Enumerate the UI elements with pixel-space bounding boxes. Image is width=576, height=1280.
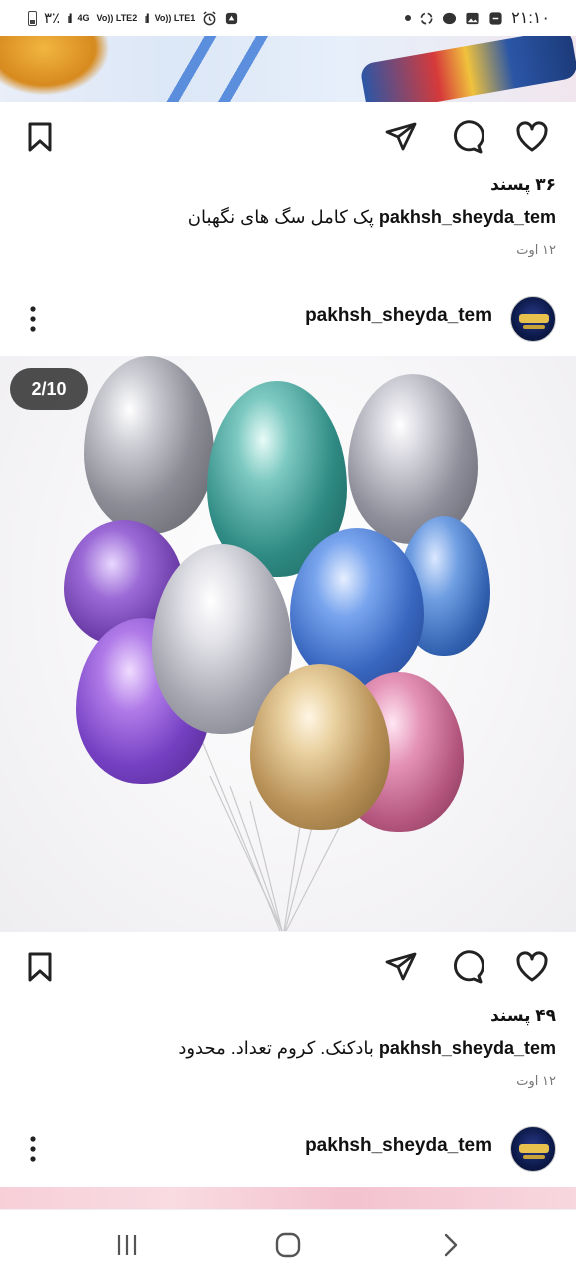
status-bar: ۳٪ ıll 4G Vo)) LTE2 ıll Vo)) LTE1 ۲۱:۱۰ <box>0 0 576 36</box>
battery-level: ۳٪ <box>44 10 61 27</box>
comment-icon[interactable] <box>450 950 484 984</box>
post-caption: pakhsh_sheyda_tem پک کامل سگ های نگهبان <box>188 207 556 228</box>
status-right: ۲۱:۱۰ <box>405 8 550 28</box>
caption-text: بادکنک. کروم تعداد. محدود <box>178 1038 374 1058</box>
gallery-icon <box>466 12 479 24</box>
network-4g: 4G <box>77 12 90 23</box>
caption-username[interactable]: pakhsh_sheyda_tem <box>379 207 556 227</box>
next-post-image[interactable] <box>0 1187 576 1209</box>
action-bar-post-2 <box>0 934 576 998</box>
likes-count[interactable]: ۴۹ پسند <box>490 1006 556 1026</box>
status-left: ۳٪ ıll 4G Vo)) LTE2 ıll Vo)) LTE1 <box>28 9 239 27</box>
network-lte2: Vo)) LTE2 <box>96 12 138 23</box>
avatar[interactable] <box>510 296 556 342</box>
banner-character <box>0 36 110 96</box>
more-icon[interactable] <box>22 302 44 336</box>
notification-app-icon <box>226 12 238 24</box>
avatar[interactable] <box>510 1126 556 1172</box>
post-header: pakhsh_sheyda_tem <box>0 288 576 350</box>
bookmark-icon[interactable] <box>24 120 58 154</box>
comment-icon[interactable] <box>450 120 484 154</box>
bookmark-icon[interactable] <box>24 950 58 984</box>
banner-decoration <box>165 36 325 102</box>
post-date: ۱۲ اوت <box>516 1073 556 1088</box>
clock: ۲۱:۱۰ <box>511 10 550 27</box>
more-icon[interactable] <box>22 1132 44 1166</box>
post-image[interactable]: 2/10 <box>0 356 576 932</box>
caption-text: پک کامل سگ های نگهبان <box>187 207 374 227</box>
post-date: ۱۲ اوت <box>516 242 556 257</box>
previous-post-image[interactable] <box>0 36 576 102</box>
network-lte1: Vo)) LTE1 <box>154 12 196 23</box>
caption-username[interactable]: pakhsh_sheyda_tem <box>379 1038 556 1058</box>
dot-icon <box>405 15 412 21</box>
signal-icon-2: ıll <box>144 10 150 26</box>
recents-icon[interactable] <box>112 1230 142 1260</box>
heart-icon[interactable] <box>515 120 549 154</box>
post-username[interactable]: pakhsh_sheyda_tem <box>305 305 492 327</box>
heart-icon[interactable] <box>515 950 549 984</box>
post-header: pakhsh_sheyda_tem <box>0 1118 576 1180</box>
banner-party-tube <box>359 36 576 102</box>
app-icon <box>489 11 502 25</box>
back-icon[interactable] <box>436 1230 466 1260</box>
battery-icon <box>28 10 37 26</box>
signal-icon: ıll <box>67 10 73 26</box>
share-icon[interactable] <box>384 950 418 984</box>
post-caption: pakhsh_sheyda_tem بادکنک. کروم تعداد. مح… <box>178 1038 556 1059</box>
alarm-icon <box>203 10 216 25</box>
messenger-icon <box>443 12 457 24</box>
post-username[interactable]: pakhsh_sheyda_tem <box>305 1135 492 1157</box>
home-icon[interactable] <box>273 1230 303 1260</box>
likes-count[interactable]: ۳۶ پسند <box>490 175 556 195</box>
share-icon[interactable] <box>384 120 418 154</box>
action-bar-post-1 <box>0 104 576 168</box>
image-counter: 2/10 <box>10 368 88 410</box>
system-nav-bar <box>0 1209 576 1280</box>
sync-icon <box>420 12 433 24</box>
